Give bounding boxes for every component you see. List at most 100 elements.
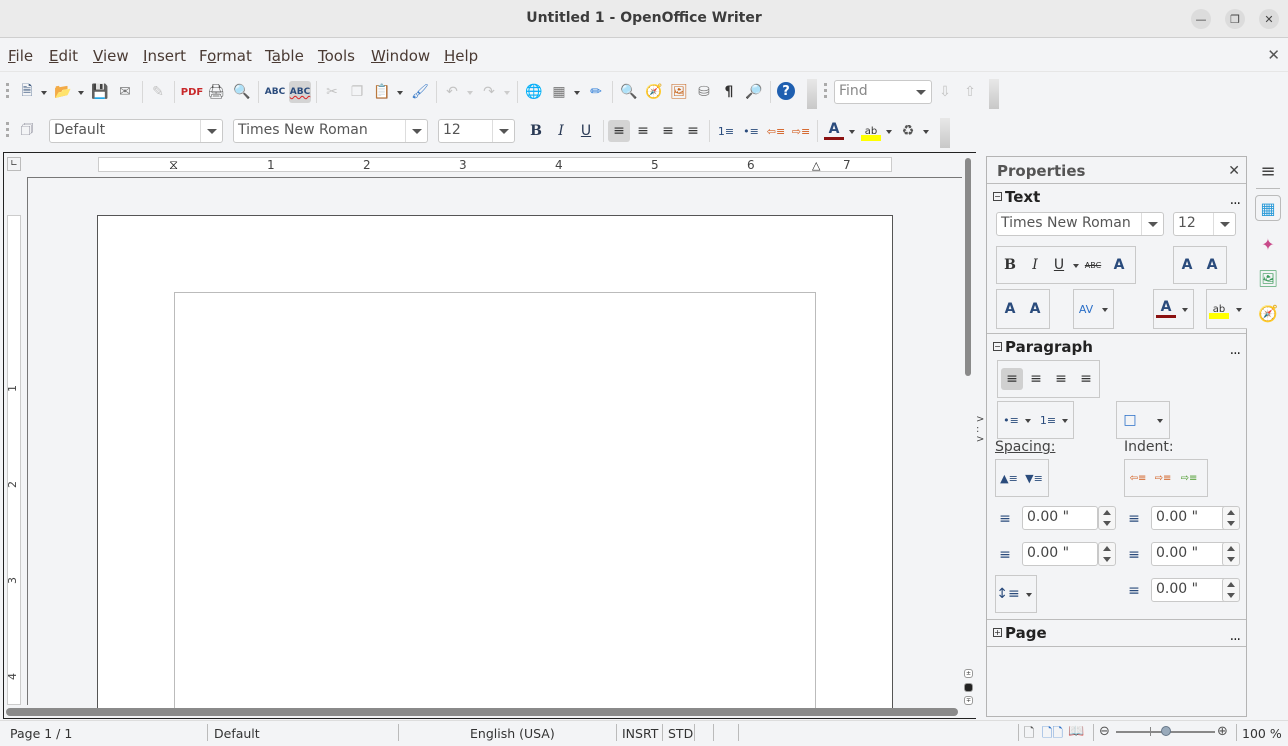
menu-window[interactable]: Window xyxy=(371,47,430,65)
copy-icon[interactable]: ❐ xyxy=(347,82,367,102)
background-color-icon[interactable]: ♻ xyxy=(898,121,918,141)
chevron-down-icon[interactable] xyxy=(200,120,222,142)
chevron-down-icon[interactable] xyxy=(1141,213,1163,235)
zoom-slider-thumb[interactable] xyxy=(1160,726,1171,736)
bullets-icon[interactable]: •≡ xyxy=(741,121,761,141)
spacing-dropdown-arrow[interactable] xyxy=(1102,308,1108,312)
increase-font-icon[interactable]: A xyxy=(1177,255,1197,275)
export-pdf-icon[interactable]: PDF xyxy=(181,82,203,102)
menu-format[interactable]: Format xyxy=(199,47,252,65)
auto-spellcheck-icon[interactable]: ABC xyxy=(289,81,311,103)
sidebar-collapse-handle[interactable]: >: > xyxy=(976,415,984,445)
left-indent-marker[interactable]: ⧖ xyxy=(169,158,178,173)
next-page-button[interactable]: ∓ xyxy=(964,696,973,705)
menu-help[interactable]: Help xyxy=(444,47,478,65)
navigator-icon[interactable]: 🧭 xyxy=(644,82,664,102)
highlighting-icon[interactable]: ab xyxy=(1209,299,1229,319)
undo-dropdown-arrow[interactable] xyxy=(467,91,473,95)
align-center-icon[interactable]: ≡ xyxy=(1026,369,1046,389)
find-dropdown-button[interactable] xyxy=(911,81,931,103)
bold-icon[interactable]: B xyxy=(526,121,546,141)
table-dropdown-arrow[interactable] xyxy=(574,91,580,95)
scrollbar-thumb[interactable] xyxy=(965,158,971,376)
line-spacing-dropdown-arrow[interactable] xyxy=(1026,593,1032,597)
table-icon[interactable]: ▦ xyxy=(549,82,569,102)
formatting-marks-icon[interactable]: ¶ xyxy=(719,82,739,102)
bullets-icon[interactable]: •≡ xyxy=(1001,410,1021,430)
background-dropdown-arrow[interactable] xyxy=(1157,419,1163,423)
find-toolbar-overflow[interactable] xyxy=(989,79,999,109)
toolbar-grip[interactable] xyxy=(6,122,9,140)
subscript-icon[interactable]: A xyxy=(1025,299,1045,319)
paste-icon[interactable]: 📋 xyxy=(372,82,392,102)
increase-indent-icon[interactable]: ⇨≡ xyxy=(791,121,811,141)
decrease-indent-icon[interactable]: ⇦≡ xyxy=(1128,468,1148,488)
first-line-indent-input[interactable]: 0.00 " xyxy=(1151,578,1227,602)
paste-dropdown-arrow[interactable] xyxy=(397,91,403,95)
after-indent-spinner[interactable] xyxy=(1222,542,1240,566)
tab-stop-type-button[interactable]: ∟ xyxy=(7,157,21,171)
redo-dropdown-arrow[interactable] xyxy=(504,91,510,95)
bold-icon[interactable]: B xyxy=(1000,255,1020,275)
align-left-icon[interactable]: ≡ xyxy=(608,120,630,142)
align-right-icon[interactable]: ≡ xyxy=(658,121,678,141)
chevron-down-icon[interactable] xyxy=(1213,213,1235,235)
superscript-icon[interactable]: A xyxy=(1000,299,1020,319)
increase-indent-icon[interactable]: ⇨≡ xyxy=(1153,468,1173,488)
show-draw-functions-icon[interactable]: ✏ xyxy=(586,82,606,102)
below-spacing-spinner[interactable] xyxy=(1098,542,1116,566)
toolbar-grip[interactable] xyxy=(6,83,9,101)
numbering-dropdown-arrow[interactable] xyxy=(1062,419,1068,423)
insert-mode[interactable]: INSRT xyxy=(622,726,658,741)
gallery-tab-icon[interactable]: 🖼 xyxy=(1255,265,1281,291)
text-more-options[interactable]: ... xyxy=(1230,192,1241,208)
highlight-dropdown-arrow[interactable] xyxy=(1236,308,1242,312)
new-dropdown-arrow[interactable] xyxy=(41,91,47,95)
font-name-select[interactable]: Times New Roman xyxy=(233,119,428,143)
save-icon[interactable]: 💾 xyxy=(90,82,110,102)
restore-button[interactable]: ❐ xyxy=(1225,9,1245,29)
page-more-options[interactable]: ... xyxy=(1230,628,1241,644)
navigator-tab-icon[interactable]: 🧭 xyxy=(1255,300,1281,326)
right-indent-marker[interactable]: △ xyxy=(812,159,820,172)
highlighting-dropdown-arrow[interactable] xyxy=(886,130,892,134)
underline-icon[interactable]: U xyxy=(1049,255,1069,275)
hanging-indent-icon[interactable]: ⇨≡ xyxy=(1179,468,1199,488)
after-indent-input[interactable]: 0.00 " xyxy=(1151,542,1227,566)
bullets-dropdown-arrow[interactable] xyxy=(1025,419,1031,423)
numbering-icon[interactable]: 1≡ xyxy=(716,121,736,141)
font-color-icon[interactable]: A xyxy=(1156,299,1176,318)
collapse-paragraph-section-icon[interactable]: − xyxy=(993,342,1002,351)
close-window-button[interactable]: ✕ xyxy=(1259,9,1279,29)
paragraph-more-options[interactable]: ... xyxy=(1230,342,1241,358)
sidebar-menu-icon[interactable]: ≡ xyxy=(1255,158,1281,184)
vertical-scrollbar[interactable] xyxy=(963,156,974,706)
paragraph-background-icon[interactable]: □ xyxy=(1120,410,1140,430)
above-spacing-spinner[interactable] xyxy=(1098,506,1116,530)
numbering-icon[interactable]: 1≡ xyxy=(1038,410,1058,430)
properties-tab-icon[interactable]: ▦ xyxy=(1255,195,1281,221)
find-toolbar-grip[interactable] xyxy=(824,83,827,101)
styles-tab-icon[interactable]: ✦ xyxy=(1255,231,1281,257)
email-icon[interactable]: ✉ xyxy=(115,82,135,102)
menu-table[interactable]: Table xyxy=(265,47,304,65)
shadow-icon[interactable]: A xyxy=(1109,255,1129,275)
justify-icon[interactable]: ≡ xyxy=(683,121,703,141)
find-next-icon[interactable]: ⇩ xyxy=(935,82,955,102)
background-color-dropdown-arrow[interactable] xyxy=(923,130,929,134)
book-view-icon[interactable]: 📖 xyxy=(1068,724,1084,739)
expand-page-section-icon[interactable]: + xyxy=(993,628,1002,637)
open-dropdown-arrow[interactable] xyxy=(78,91,84,95)
page-style[interactable]: Default xyxy=(214,726,260,741)
data-sources-icon[interactable]: ⛁ xyxy=(694,82,714,102)
strikethrough-icon[interactable]: ABC xyxy=(1083,255,1103,275)
spellcheck-icon[interactable]: ABC xyxy=(265,82,285,102)
hyperlink-icon[interactable]: 🌐 xyxy=(524,82,544,102)
highlighting-icon[interactable]: ab xyxy=(861,121,881,141)
print-icon[interactable]: 🖨 xyxy=(206,82,226,102)
menu-file[interactable]: File xyxy=(8,47,33,65)
close-sidebar-icon[interactable]: ✕ xyxy=(1228,163,1240,179)
find-previous-icon[interactable]: ⇧ xyxy=(960,82,980,102)
close-document-icon[interactable]: ✕ xyxy=(1267,46,1280,64)
decrease-font-icon[interactable]: A xyxy=(1202,255,1222,275)
